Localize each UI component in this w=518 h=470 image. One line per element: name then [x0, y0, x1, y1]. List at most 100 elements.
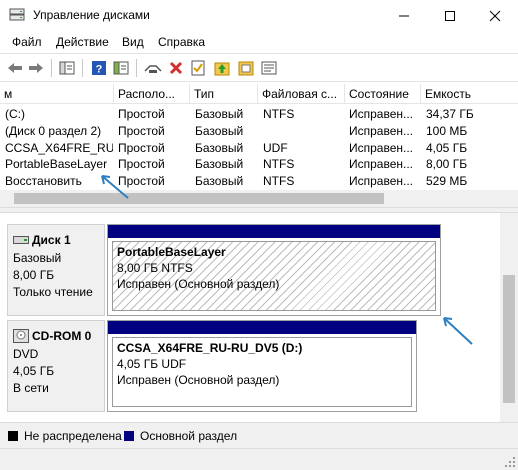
menu-view[interactable]: Вид [122, 35, 144, 49]
disk-name: Диск 1 [32, 233, 71, 247]
title-bar: Управление дисками [0, 0, 518, 31]
cell-status: Исправен... [349, 157, 414, 171]
table-row[interactable]: PortableBaseLayer Простой Базовый NTFS И… [0, 155, 518, 173]
unallocated-swatch [8, 431, 18, 441]
menu-action[interactable]: Действие [56, 35, 109, 49]
volume-list: м Располо... Тип Файловая с... Состояние… [0, 84, 518, 207]
cell-volume: Восстановить [5, 174, 82, 188]
settings-icon [261, 61, 277, 75]
disk-status: В сети [13, 381, 49, 395]
toolbar-separator [136, 59, 137, 77]
table-row[interactable]: (Диск 0 раздел 2) Простой Базовый Исправ… [0, 122, 518, 140]
resize-grip-icon[interactable] [504, 456, 516, 468]
disk-size: 4,05 ГБ [13, 364, 55, 378]
disk-icon [13, 236, 29, 244]
partition-status: Исправен (Основной раздел) [117, 373, 280, 387]
cell-capacity: 8,00 ГБ [426, 157, 468, 171]
toolbar-separator [82, 59, 83, 77]
menu-file[interactable]: Файл [12, 35, 42, 49]
cell-volume: (C:) [5, 107, 25, 121]
scrollbar-thumb[interactable] [14, 193, 384, 204]
partition-size-fs: 8,00 ГБ NTFS [117, 261, 193, 275]
forward-button[interactable] [26, 58, 46, 78]
legend: Не распределена Основной раздел [0, 422, 518, 448]
cdrom-icon [13, 329, 29, 343]
toolbar-separator [51, 59, 52, 77]
cell-layout: Простой [118, 124, 165, 138]
disk-status: Только чтение [13, 285, 93, 299]
svg-text:?: ? [96, 64, 103, 76]
horizontal-scrollbar[interactable] [0, 190, 518, 207]
cell-capacity: 100 МБ [426, 124, 468, 138]
column-header-type[interactable]: Тип [190, 84, 258, 104]
partition-name: PortableBaseLayer [117, 245, 226, 259]
column-header-layout[interactable]: Располо... [114, 84, 190, 104]
check-button[interactable] [188, 58, 208, 78]
status-bar [0, 448, 518, 470]
rescan-button[interactable] [236, 58, 256, 78]
check-icon [191, 60, 205, 76]
disk-management-icon [9, 8, 25, 21]
annotation-arrow-icon [101, 175, 129, 199]
console-tree-icon [59, 61, 75, 75]
cell-filesystem: NTFS [263, 107, 295, 121]
console-tree-button[interactable] [57, 58, 77, 78]
maximize-button[interactable] [427, 0, 473, 31]
minimize-icon [399, 15, 409, 16]
disk-type: DVD [13, 347, 39, 361]
disk-size: 8,00 ГБ [13, 268, 55, 282]
cell-type: Базовый [195, 107, 244, 121]
legend-primary-partition: Основной раздел [140, 429, 238, 443]
cell-type: Базовый [195, 174, 244, 188]
column-header-filesystem[interactable]: Файловая с... [258, 84, 345, 104]
help-icon: ? [92, 61, 106, 76]
partition-size-fs: 4,05 ГБ UDF [117, 357, 187, 371]
cell-layout: Простой [118, 141, 165, 155]
delete-button[interactable] [166, 58, 186, 78]
cell-capacity: 529 МБ [426, 174, 468, 188]
scrollbar-thumb[interactable] [503, 275, 515, 403]
cell-filesystem: NTFS [263, 157, 295, 171]
cell-type: Базовый [195, 124, 244, 138]
vertical-scrollbar[interactable] [500, 213, 518, 422]
partition-ccsa-dvd[interactable]: CCSA_X64FRE_RU-RU_DV5 (D:) 4,05 ГБ UDF И… [107, 320, 417, 412]
properties-icon [113, 61, 129, 75]
cell-status: Исправен... [349, 174, 414, 188]
table-row[interactable]: Восстановить Простой Базовый NTFS Исправ… [0, 172, 518, 190]
disk-1-label[interactable]: Диск 1 Базовый 8,00 ГБ Только чтение [7, 224, 105, 316]
cell-volume: PortableBaseLayer [5, 157, 108, 171]
annotation-arrow-icon [443, 317, 473, 345]
back-button[interactable] [5, 58, 25, 78]
partition-status: Исправен (Основной раздел) [117, 277, 280, 291]
connect-button[interactable] [143, 58, 163, 78]
cell-layout: Простой [118, 107, 165, 121]
menu-help[interactable]: Справка [158, 35, 205, 49]
help-button[interactable]: ? [89, 58, 109, 78]
settings-button[interactable] [259, 58, 279, 78]
primary-partition-bar [108, 225, 440, 238]
column-header-capacity[interactable]: Емкость [421, 84, 518, 104]
close-button[interactable] [472, 0, 518, 31]
up-button[interactable] [212, 58, 232, 78]
table-row[interactable]: (C:) Простой Базовый NTFS Исправен... 34… [0, 105, 518, 123]
cell-volume: CCSA_X64FRE_RU-... [5, 141, 113, 155]
rescan-icon [238, 61, 254, 76]
up-icon [214, 62, 230, 76]
partition-portable-base-layer[interactable]: PortableBaseLayer 8,00 ГБ NTFS Исправен … [107, 224, 441, 316]
cell-capacity: 4,05 ГБ [426, 141, 468, 155]
cdrom-0-label[interactable]: CD-ROM 0 DVD 4,05 ГБ В сети [7, 320, 105, 412]
properties-button[interactable] [111, 58, 131, 78]
toolbar: ? [0, 53, 518, 82]
column-header-status[interactable]: Состояние [345, 84, 421, 104]
cell-type: Базовый [195, 141, 244, 155]
cell-type: Базовый [195, 157, 244, 171]
cell-status: Исправен... [349, 107, 414, 121]
menu-bar: Файл Действие Вид Справка [0, 31, 518, 53]
delete-icon [169, 61, 183, 75]
minimize-button[interactable] [381, 0, 427, 31]
column-header-volume[interactable]: м [0, 84, 114, 104]
primary-partition-swatch [124, 431, 134, 441]
connect-icon [144, 65, 162, 73]
cell-filesystem: UDF [263, 141, 288, 155]
maximize-icon [445, 10, 455, 21]
